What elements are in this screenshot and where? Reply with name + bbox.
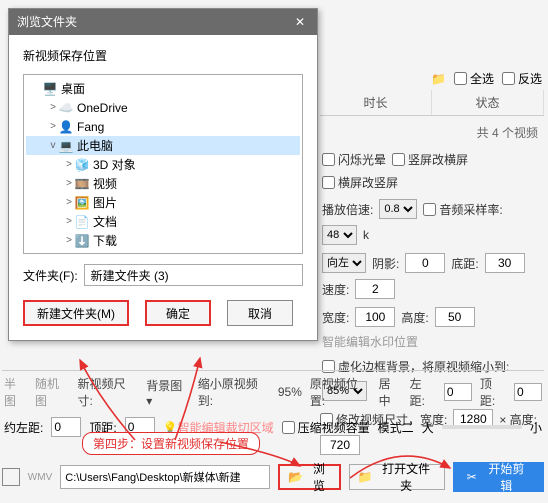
- music-icon: 🎵: [74, 253, 90, 255]
- height-input[interactable]: [435, 307, 475, 327]
- strip-tabs: 半图 随机图 新视频尺寸: 背景图 ▾ 缩小原视频到: 95% 原视频位置: 居…: [2, 370, 544, 413]
- scissors-icon: ✂: [467, 470, 477, 484]
- pic-icon: 🖼️: [74, 196, 90, 210]
- top-input[interactable]: [514, 383, 542, 401]
- video-count: 共 4 个视频: [320, 116, 544, 147]
- samplerate-select[interactable]: 48: [322, 225, 357, 245]
- row-shadow: 向左 阴影: 底距: 速度:: [320, 249, 544, 303]
- dir-select[interactable]: 向左: [322, 253, 366, 273]
- dialog-subtitle: 新视频保存位置: [23, 47, 303, 64]
- watermark-label: 智能编辑水印位置: [322, 333, 418, 350]
- tree-item[interactable]: v💻此电脑: [26, 136, 300, 155]
- shrink-pct[interactable]: 95%: [278, 385, 302, 399]
- tree-item[interactable]: >🎞️视频: [26, 174, 300, 193]
- start-edit-button[interactable]: ✂ 开始剪辑: [453, 462, 544, 492]
- size-slider[interactable]: [442, 425, 522, 429]
- tab-half[interactable]: 半图: [4, 375, 27, 409]
- wmv-label: WMV: [28, 472, 52, 483]
- invert-sel-checkbox[interactable]: 反选: [502, 70, 542, 87]
- dl-icon: ⬇️: [74, 234, 90, 248]
- video-icon: 🎞️: [74, 177, 90, 191]
- top-right-controls: 📁 全选 反选: [431, 70, 542, 87]
- samplerate-checkbox[interactable]: 音频采样率:: [423, 201, 502, 218]
- h2v-checkbox[interactable]: 横屏改竖屏: [322, 174, 398, 191]
- cancel-button[interactable]: 取消: [227, 300, 293, 326]
- left-input[interactable]: [444, 383, 472, 401]
- format-checkbox[interactable]: [2, 468, 20, 486]
- output-path-input[interactable]: [60, 465, 270, 489]
- pos-select[interactable]: 居中: [379, 375, 402, 409]
- row-effects: 闪烁光晕 竖屏改横屏 横屏改竖屏: [320, 147, 544, 195]
- list-header: 时长 状态: [320, 90, 544, 116]
- tree-item[interactable]: >🧊3D 对象: [26, 155, 300, 174]
- tab-random[interactable]: 随机图: [35, 375, 70, 409]
- mode-select[interactable]: 模式二: [378, 419, 414, 436]
- user-icon: 👤: [58, 120, 74, 134]
- speed-label: 播放倍速:: [322, 201, 373, 218]
- obj3d-icon: 🧊: [74, 158, 90, 172]
- ok-button[interactable]: 确定: [145, 300, 211, 326]
- row-playback: 播放倍速: 0.8 音频采样率: 48 k: [320, 195, 544, 249]
- new-folder-button[interactable]: 新建文件夹(M): [23, 300, 129, 326]
- speed-input[interactable]: [355, 279, 395, 299]
- open-folder-button[interactable]: 📁 打开文件夹: [349, 464, 445, 490]
- dialog-titlebar[interactable]: 浏览文件夹 ✕: [9, 9, 317, 35]
- tree-item[interactable]: >🖼️图片: [26, 193, 300, 212]
- folder-field-label: 文件夹(F):: [23, 267, 78, 284]
- tree-item[interactable]: >🎵音乐: [26, 250, 300, 254]
- tree-item[interactable]: >☁️OneDrive: [26, 98, 300, 117]
- tree-item[interactable]: >👤Fang: [26, 117, 300, 136]
- row-wh: 宽度: 高度: 智能编辑水印位置: [320, 303, 544, 354]
- desktop-icon: 🖥️: [42, 82, 58, 96]
- compress-checkbox[interactable]: 压缩视频容量: [282, 419, 370, 436]
- tree-item[interactable]: >⬇️下载: [26, 231, 300, 250]
- depth-input[interactable]: [485, 253, 525, 273]
- bottom-strip: 半图 随机图 新视频尺寸: 背景图 ▾ 缩小原视频到: 95% 原视频位置: 居…: [2, 370, 544, 441]
- folder-icon: 📁: [431, 72, 446, 86]
- annotation-step4: 第四步：设置新视频保存位置: [82, 432, 260, 455]
- doc-icon: 📄: [74, 215, 90, 229]
- browse-button[interactable]: 📂 浏览: [278, 464, 340, 490]
- folder-icon: 📁: [358, 470, 373, 484]
- tree-item[interactable]: >📄文档: [26, 212, 300, 231]
- select-all-checkbox[interactable]: 全选: [454, 70, 494, 87]
- col-duration: 时长: [320, 90, 432, 115]
- col-status: 状态: [432, 90, 544, 115]
- folder-tree[interactable]: 🖥️桌面>☁️OneDrive>👤Fangv💻此电脑>🧊3D 对象>🎞️视频>🖼…: [23, 74, 303, 254]
- cloud-icon: ☁️: [58, 101, 74, 115]
- dialog-title: 浏览文件夹: [17, 9, 77, 35]
- crop-left-input[interactable]: [51, 417, 81, 437]
- flash-checkbox[interactable]: 闪烁光晕: [322, 151, 386, 168]
- shadow-input[interactable]: [405, 253, 445, 273]
- pc-icon: 💻: [58, 139, 74, 153]
- bg-img-select[interactable]: 背景图 ▾: [146, 377, 189, 408]
- tree-item[interactable]: 🖥️桌面: [26, 79, 300, 98]
- folder-open-icon: 📂: [288, 470, 303, 484]
- width-input[interactable]: [355, 307, 395, 327]
- folder-name-input[interactable]: [84, 264, 303, 286]
- v2h-checkbox[interactable]: 竖屏改横屏: [392, 151, 468, 168]
- browse-folder-dialog: 浏览文件夹 ✕ 新视频保存位置 🖥️桌面>☁️OneDrive>👤Fangv💻此…: [8, 8, 318, 341]
- speed-select[interactable]: 0.8: [379, 199, 417, 219]
- close-icon[interactable]: ✕: [291, 9, 309, 35]
- path-row: WMV 📂 浏览 📁 打开文件夹 ✂ 开始剪辑: [2, 462, 544, 492]
